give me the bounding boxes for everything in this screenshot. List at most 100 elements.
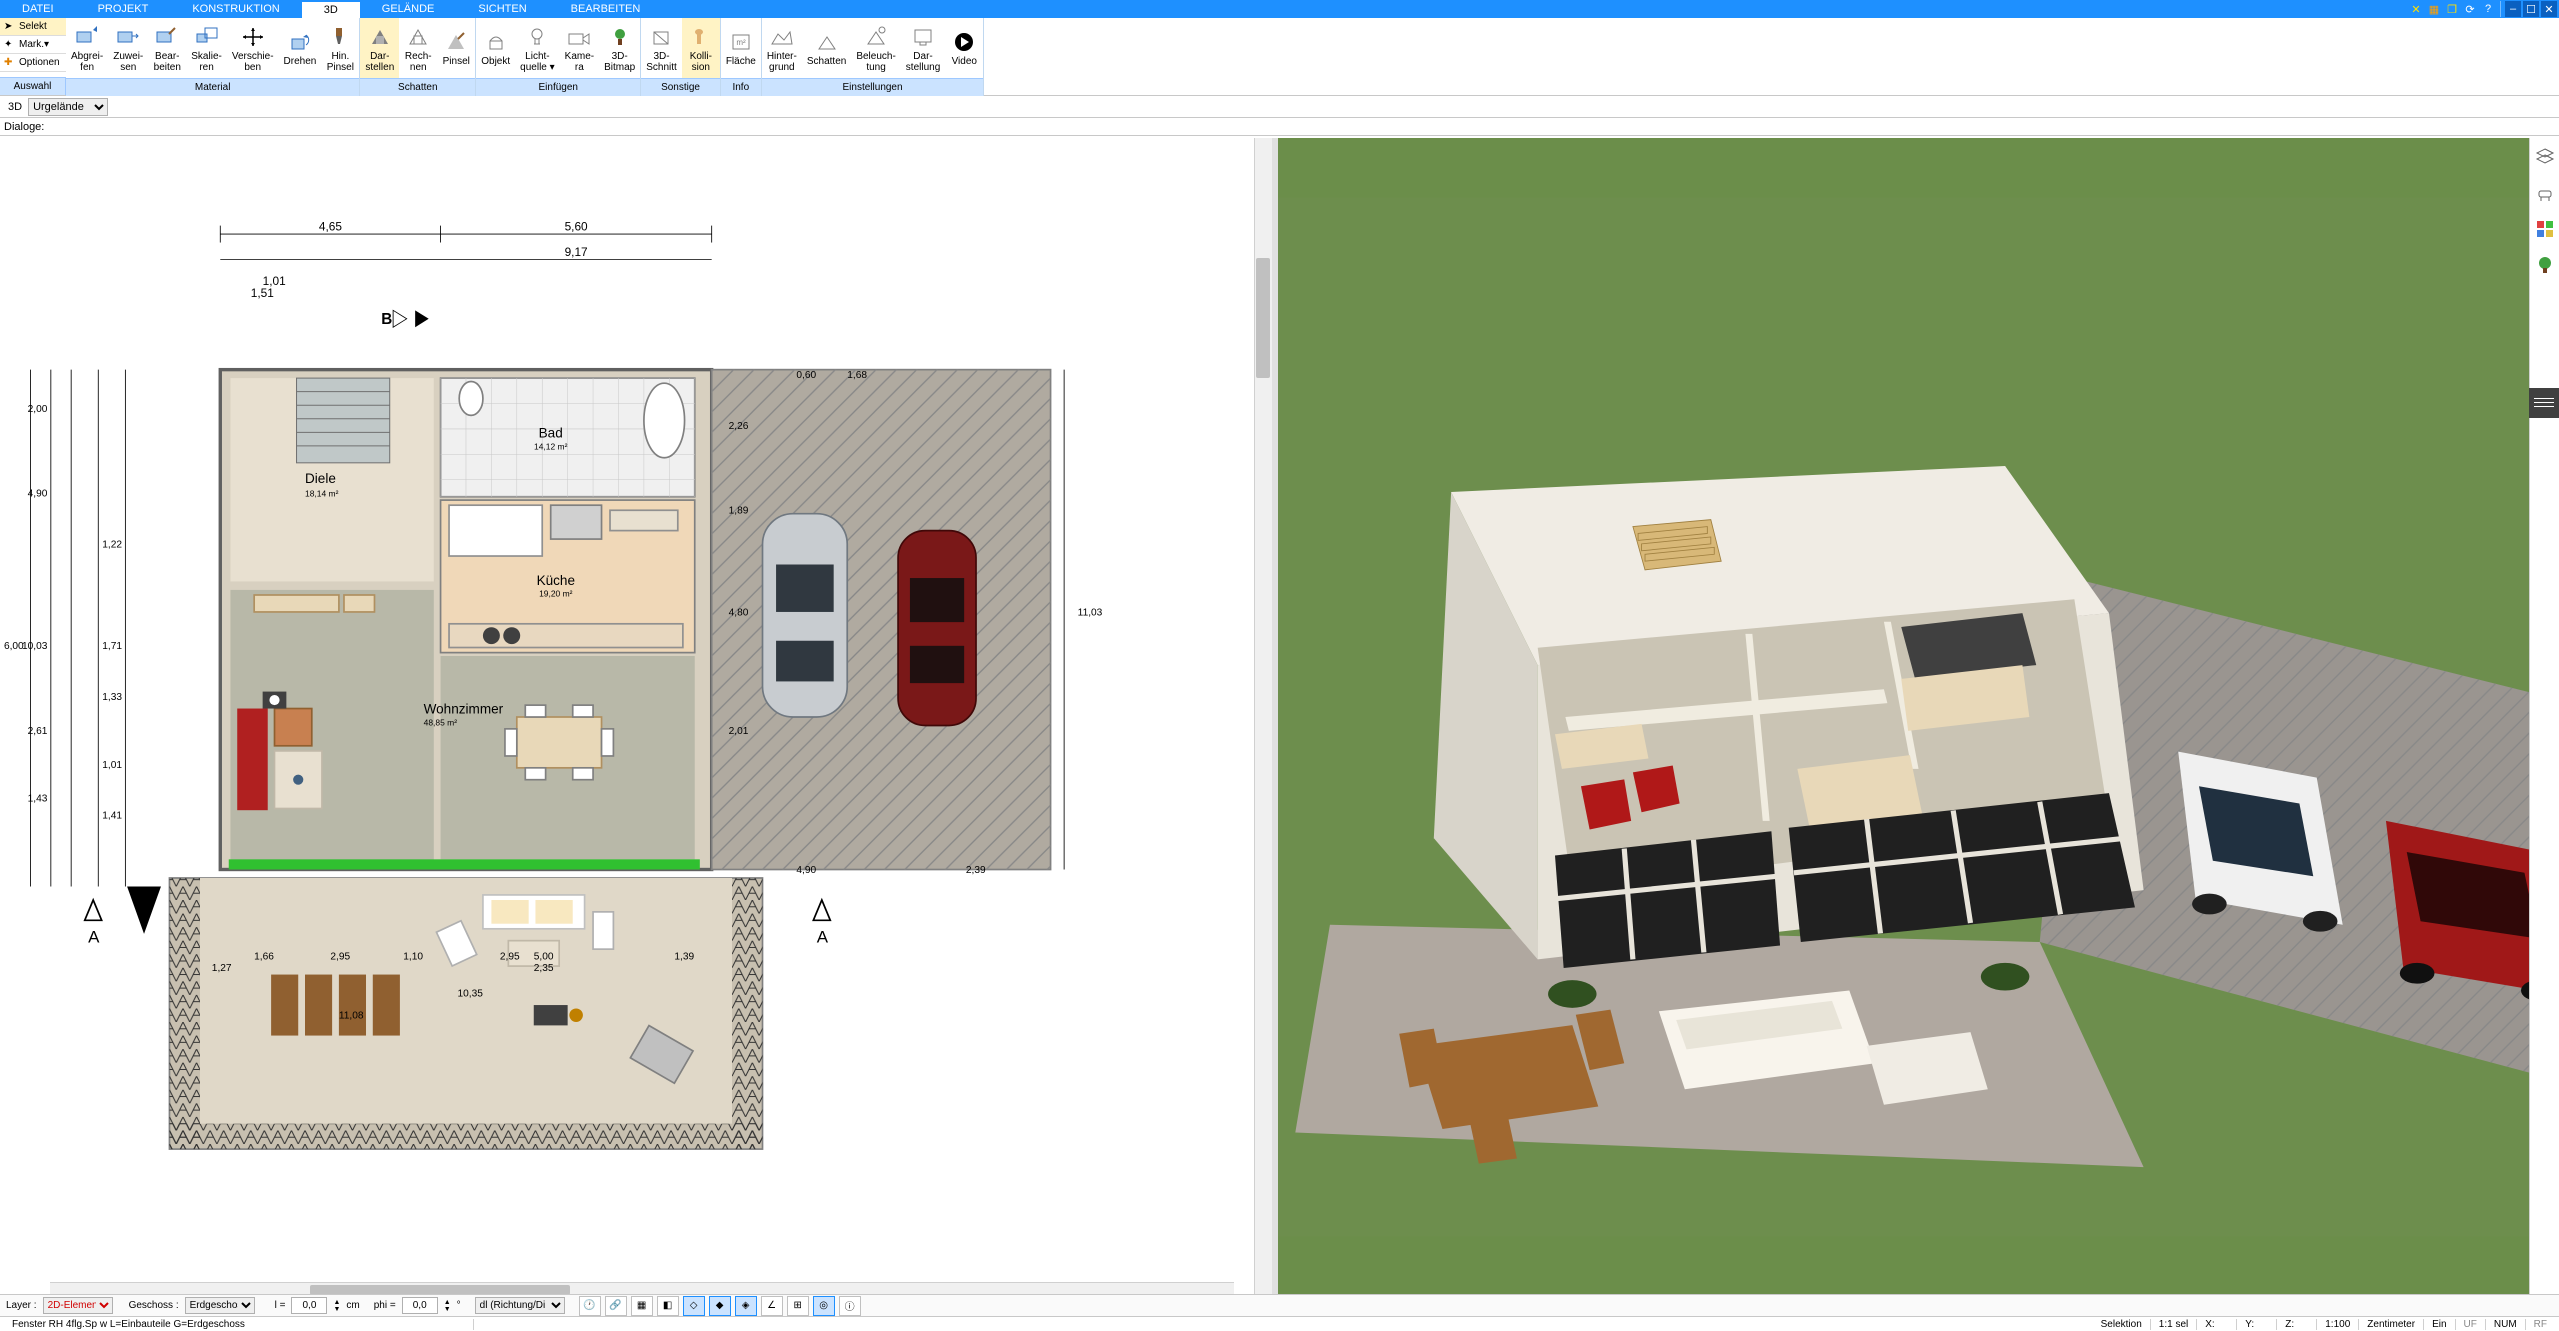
objekt-button[interactable]: Objekt	[476, 18, 515, 78]
svg-text:Diele: Diele	[305, 471, 336, 486]
menu-tab-konstruktion[interactable]: KONSTRUKTION	[170, 0, 301, 18]
menu-tab-bearbeiten[interactable]: BEARBEITEN	[549, 0, 663, 18]
tool-info-icon[interactable]: ⓘ	[839, 1296, 861, 1316]
tree-icon[interactable]	[2534, 254, 2556, 276]
menu-tab-3d[interactable]: 3D	[302, 0, 360, 18]
tool-angle-icon[interactable]: ∠	[761, 1296, 783, 1316]
svg-text:2,95: 2,95	[330, 951, 350, 962]
section-marker-a-right: A	[813, 900, 830, 946]
minimize-button[interactable]: ‒	[2505, 1, 2521, 17]
lichtquelle-button[interactable]: Licht- quelle ▾	[515, 18, 560, 78]
svg-text:6,00: 6,00	[4, 641, 24, 652]
svg-text:A: A	[817, 927, 829, 946]
status-ratio: 1:1 sel	[2151, 1319, 2197, 1330]
kamera-button[interactable]: Kame- ra	[560, 18, 599, 78]
layer-label: Layer :	[6, 1300, 37, 1311]
tool-chain-icon[interactable]: 🔗	[605, 1296, 627, 1316]
view-dropdown-row: 3D Urgelände	[0, 96, 2559, 118]
svg-text:1,33: 1,33	[102, 692, 122, 703]
vscroll-2d[interactable]	[1254, 138, 1272, 1296]
phi-input[interactable]	[402, 1297, 438, 1314]
geschoss-select[interactable]: Erdgeschos	[185, 1297, 255, 1314]
status-uf: UF	[2456, 1319, 2486, 1330]
view3d-canvas[interactable]	[1278, 138, 2559, 1296]
color-palette-icon[interactable]	[2534, 218, 2556, 240]
tool-grid-icon[interactable]: ⊞	[787, 1296, 809, 1316]
pane-2d[interactable]: 4,65 5,60 9,17 1,01 1,51 B 2,00 4,90 10,…	[0, 138, 1254, 1296]
ribbon-group-einstellungen: Hinter- grund Schatten Beleuch- tung Dar…	[762, 18, 984, 96]
tool-snap3-icon[interactable]: ◈	[735, 1296, 757, 1316]
titlebar-icon-1[interactable]: ✕	[2408, 1, 2424, 17]
maximize-button[interactable]: ☐	[2523, 1, 2539, 17]
ribbon-label-schatten: Schatten	[360, 78, 475, 96]
main-area: 4,65 5,60 9,17 1,01 1,51 B 2,00 4,90 10,…	[0, 138, 2559, 1296]
tool-group-icon[interactable]: ▦	[631, 1296, 653, 1316]
bitmap3d-button[interactable]: 3D- Bitmap	[599, 18, 640, 78]
drehen-button[interactable]: Drehen	[279, 18, 322, 78]
video-button[interactable]: Video	[945, 18, 983, 78]
layers-icon[interactable]	[2534, 146, 2556, 168]
titlebar-icon-4[interactable]: ⟳	[2462, 1, 2478, 17]
tool-snap2-icon[interactable]: ◆	[709, 1296, 731, 1316]
menu-tab-gelaende[interactable]: GELÄNDE	[360, 0, 457, 18]
tool-layer-icon[interactable]: ◧	[657, 1296, 679, 1316]
bottom-bar: Layer : 2D-Element Geschoss : Erdgeschos…	[0, 1294, 2559, 1316]
length-input[interactable]	[291, 1297, 327, 1314]
schnitt3d-button[interactable]: 3D- Schnitt	[641, 18, 682, 78]
menu-tab-sichten[interactable]: SICHTEN	[456, 0, 548, 18]
side-panel-toggle[interactable]	[2529, 388, 2559, 418]
bearbeiten-button[interactable]: Bear- beiten	[148, 18, 186, 78]
floorplan-canvas[interactable]: 4,65 5,60 9,17 1,01 1,51 B 2,00 4,90 10,…	[0, 138, 1254, 1296]
ribbon-group-sonstige: 3D- Schnitt Kolli- sion Sonstige	[641, 18, 721, 96]
hintergrund-button[interactable]: Hinter- grund	[762, 18, 802, 78]
statusbar: Fenster RH 4flg.Sp w L=Einbauteile G=Erd…	[0, 1316, 2559, 1331]
svg-text:18,14 m²: 18,14 m²	[305, 489, 339, 499]
status-left: Fenster RH 4flg.Sp w L=Einbauteile G=Erd…	[4, 1319, 474, 1330]
optionen-button[interactable]: ✚Optionen	[0, 54, 66, 72]
flaeche-button[interactable]: m²Fläche	[721, 18, 761, 78]
geschoss-label: Geschoss :	[129, 1300, 179, 1311]
beleuchtung-button[interactable]: Beleuch- tung	[851, 18, 900, 78]
svg-text:1,71: 1,71	[102, 641, 122, 652]
darstellen-button[interactable]: Dar- stellen	[360, 18, 399, 78]
svg-text:2,01: 2,01	[729, 726, 749, 737]
furniture-icon[interactable]	[2534, 182, 2556, 204]
ribbon-group-schatten: Dar- stellen Rech- nen Pinsel Schatten	[360, 18, 476, 96]
mark-button[interactable]: ✦Mark. ▾	[0, 36, 66, 54]
rechnen-button[interactable]: Rech- nen	[399, 18, 437, 78]
ribbon-label-sonstige: Sonstige	[641, 78, 720, 96]
darstellung-button[interactable]: Dar- stellung	[901, 18, 945, 78]
zuweisen-button[interactable]: Zuwei- sen	[108, 18, 148, 78]
layer-select[interactable]: 2D-Element	[43, 1297, 113, 1314]
svg-text:Küche: Küche	[537, 573, 575, 588]
menu-tab-datei[interactable]: DATEI	[0, 0, 76, 18]
pane-3d[interactable]	[1278, 138, 2559, 1296]
svg-text:1,41: 1,41	[102, 811, 122, 822]
skalieren-button[interactable]: Skalie- ren	[186, 18, 227, 78]
menubar: DATEI PROJEKT KONSTRUKTION 3D GELÄNDE SI…	[0, 0, 2559, 18]
svg-text:2,26: 2,26	[729, 421, 749, 432]
mode-select[interactable]: dl (Richtung/Di	[475, 1297, 565, 1314]
dialog-row: Dialoge:	[0, 118, 2559, 136]
status-x: X:	[2197, 1319, 2237, 1330]
titlebar-icon-2[interactable]: ▦	[2426, 1, 2442, 17]
abgreifen-button[interactable]: Abgrei- fen	[66, 18, 108, 78]
status-ein: Ein	[2424, 1319, 2455, 1330]
hinpinsel-button[interactable]: Hin. Pinsel	[321, 18, 359, 78]
titlebar-icon-3[interactable]: ❐	[2444, 1, 2460, 17]
schatten-button[interactable]: Schatten	[802, 18, 851, 78]
tool-snap1-icon[interactable]: ◇	[683, 1296, 705, 1316]
svg-text:1,51: 1,51	[251, 286, 274, 300]
verschieben-button[interactable]: Verschie- ben	[227, 18, 279, 78]
pinsel-button[interactable]: Pinsel	[437, 18, 475, 78]
tool-target-icon[interactable]: ◎	[813, 1296, 835, 1316]
ribbon: ➤Selekt ✦Mark. ▾ ✚Optionen Auswahl Abgre…	[0, 18, 2559, 96]
selekt-button[interactable]: ➤Selekt	[0, 18, 66, 36]
menu-tab-projekt[interactable]: PROJEKT	[76, 0, 171, 18]
titlebar-help-icon[interactable]: ?	[2480, 1, 2496, 17]
svg-text:Bad: Bad	[539, 425, 563, 440]
terrain-select[interactable]: Urgelände	[28, 98, 108, 116]
kollision-button[interactable]: Kolli- sion	[682, 18, 720, 78]
tool-clock-icon[interactable]: 🕐	[579, 1296, 601, 1316]
close-button[interactable]: ✕	[2541, 1, 2557, 17]
